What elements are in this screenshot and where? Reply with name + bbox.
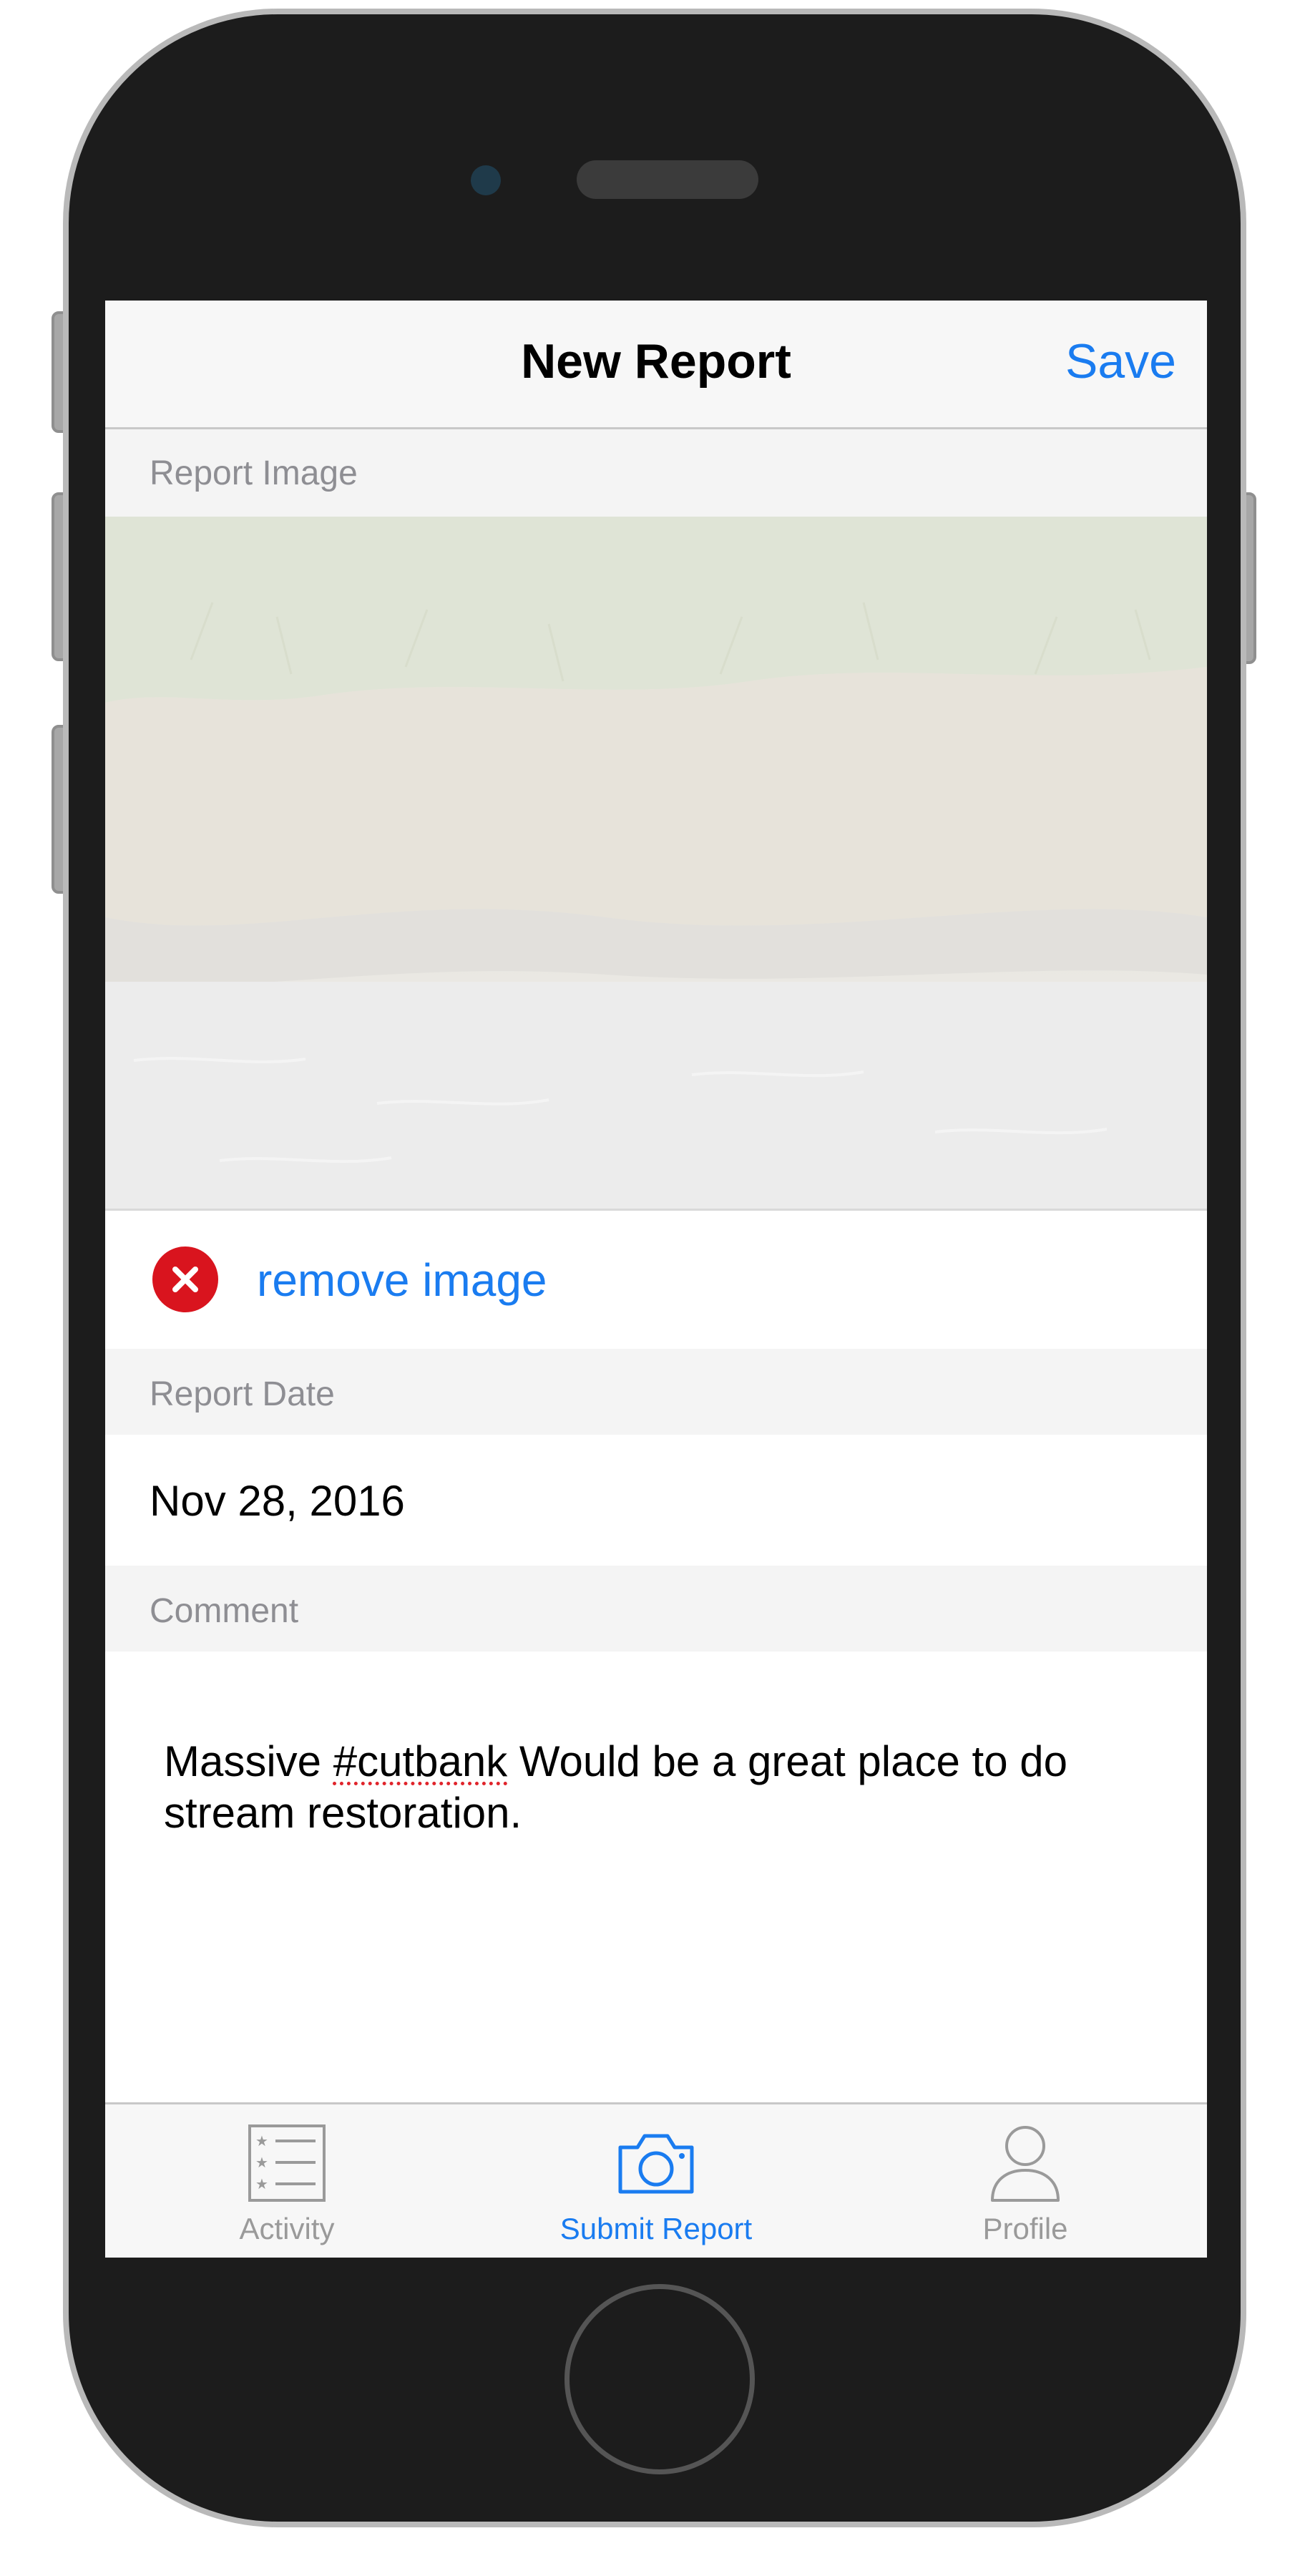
report-date-value: Nov 28, 2016 [150,1477,405,1525]
comment-hashtag: #cutbank [333,1737,508,1785]
tab-activity[interactable]: ★ ★ ★ Activity [144,2104,430,2258]
comment-section-header: Comment [105,1566,1207,1652]
page-title: New Report [521,334,791,389]
remove-image-row[interactable]: remove image [105,1211,1207,1349]
tab-bar: ★ ★ ★ Activity Submit Report Profile [105,2102,1207,2258]
svg-text:★: ★ [255,2154,268,2171]
tab-profile-label: Profile [982,2212,1068,2245]
comment-text-start: Massive [164,1737,333,1785]
front-camera [471,165,501,195]
earpiece-speaker [577,160,758,199]
tab-profile[interactable]: Profile [882,2104,1168,2258]
report-date-section-header: Report Date [105,1349,1207,1435]
comment-text: Massive #cutbank Would be a great place … [164,1736,1151,1839]
remove-circle-icon[interactable] [152,1246,218,1312]
report-image-section-header: Report Image [105,429,1207,517]
report-image-preview[interactable] [105,517,1207,1211]
list-icon: ★ ★ ★ [244,2120,330,2206]
remove-image-label[interactable]: remove image [257,1254,547,1307]
svg-text:★: ★ [255,2175,268,2192]
app-screen: New Report Save Report Image remove imag… [105,301,1207,2258]
person-icon [982,2120,1068,2206]
report-date-header-label: Report Date [150,1375,335,1413]
report-date-field[interactable]: Nov 28, 2016 [105,1435,1207,1566]
svg-text:★: ★ [255,2132,268,2150]
device-mockup: New Report Save Report Image remove imag… [0,0,1310,2576]
navigation-bar: New Report Save [105,301,1207,429]
tab-submit-report-label: Submit Report [559,2212,753,2245]
report-image-header-label: Report Image [150,454,358,492]
home-button[interactable] [564,2284,755,2474]
camera-icon [613,2120,699,2206]
creek-bank-photo [105,517,1207,1209]
save-button[interactable]: Save [1065,333,1176,389]
tab-submit-report[interactable]: Submit Report [513,2104,799,2258]
tab-activity-label: Activity [239,2212,335,2245]
comment-header-label: Comment [150,1592,299,1630]
comment-textarea[interactable]: Massive #cutbank Would be a great place … [105,1652,1207,2102]
